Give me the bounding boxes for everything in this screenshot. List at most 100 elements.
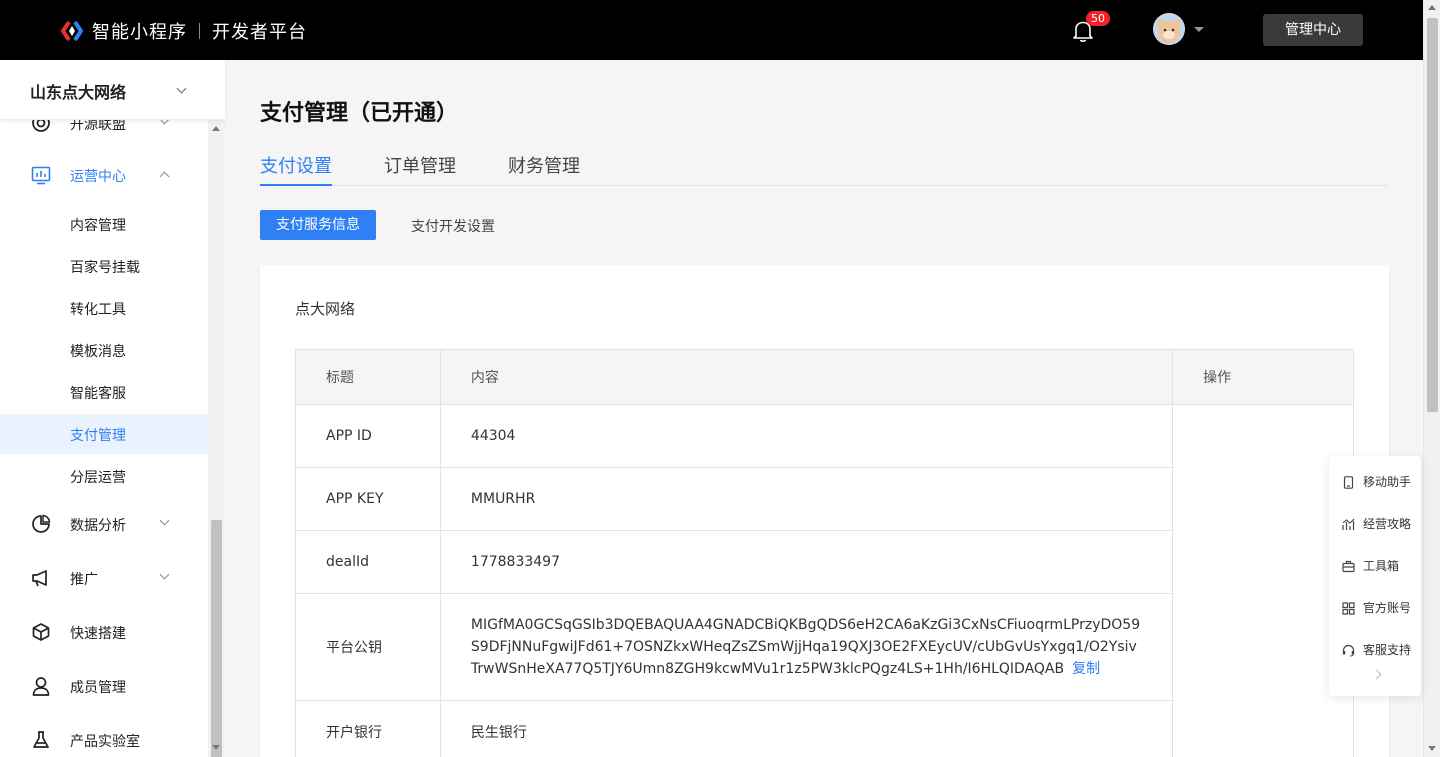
- sidebar-menu: 开源联盟 运营中心 内容管理 百家号挂载 转化工具 模板消息 智能客服 支付管理: [0, 60, 208, 757]
- logo[interactable]: 智能小程序 开发者平台: [60, 18, 307, 44]
- main-content: 支付管理（已开通） 支付设置 订单管理 财务管理 支付服务信息 支付开发设置 点…: [225, 60, 1423, 757]
- row-content: 民生银行: [439, 700, 1174, 757]
- helper-item-mobile[interactable]: 移动助手: [1329, 466, 1421, 496]
- chart-icon: [1342, 516, 1355, 530]
- chevron-down-icon: [159, 515, 170, 526]
- public-key-text: MIGfMA0GCSqGSIb3DQEBAQUAA4GNADCBiQKBgQDS…: [470, 617, 1141, 677]
- sidebar-item-label: 成员管理: [70, 680, 126, 696]
- chevron-up-icon: [159, 171, 170, 182]
- table-header-row: 标题 内容 操作: [295, 349, 1354, 405]
- row-title: APP ID: [295, 404, 441, 468]
- row-content: MMURHR: [439, 467, 1174, 531]
- pie-chart-icon: [31, 514, 51, 534]
- platform-name: 开发者平台: [212, 22, 307, 43]
- top-bar: 智能小程序 开发者平台 50 管理中心: [0, 0, 1423, 60]
- helper-item-label: 经营攻略: [1363, 517, 1412, 531]
- org-selector[interactable]: 山东点大网络: [0, 60, 225, 120]
- row-content: 44304: [439, 404, 1174, 468]
- notification-badge: 50: [1086, 11, 1110, 26]
- sidebar-subitem-content[interactable]: 内容管理: [0, 204, 208, 244]
- sidebar-item-label: 产品实验室: [70, 734, 140, 750]
- sidebar: 开源联盟 运营中心 内容管理 百家号挂载 转化工具 模板消息 智能客服 支付管理: [0, 60, 225, 757]
- chevron-down-icon: [176, 83, 187, 94]
- sidebar-item-label: 快速搭建: [70, 626, 126, 642]
- helper-item-toolbox[interactable]: 工具箱: [1329, 550, 1421, 580]
- copy-link[interactable]: 复制: [1072, 661, 1100, 677]
- helper-item-strategy[interactable]: 经营攻略: [1329, 508, 1421, 538]
- sidebar-item-promotion[interactable]: 推广: [0, 554, 208, 602]
- row-title: dealId: [295, 530, 441, 594]
- megaphone-icon: [31, 568, 51, 588]
- chevron-right-icon[interactable]: [1371, 669, 1382, 680]
- sidebar-subitem-template-msg[interactable]: 模板消息: [0, 330, 208, 370]
- payment-info-table: 标题 内容 操作 APP ID 44304 APP KEY MMURHR dea…: [295, 349, 1354, 757]
- column-header-title: 标题: [295, 349, 441, 405]
- org-name: 山东点大网络: [30, 83, 127, 102]
- tab-payment-settings[interactable]: 支付设置: [260, 152, 332, 186]
- sidebar-subitem-label: 智能客服: [70, 386, 126, 402]
- sidebar-subitem-label: 百家号挂载: [70, 260, 140, 276]
- sidebar-subitem-baijiahao[interactable]: 百家号挂载: [0, 246, 208, 286]
- toolbox-icon: [1342, 558, 1355, 573]
- scroll-down-icon[interactable]: [1428, 746, 1436, 751]
- helper-item-support[interactable]: 客服支持: [1329, 634, 1421, 664]
- column-header-action: 操作: [1172, 349, 1354, 405]
- row-title: APP KEY: [295, 467, 441, 531]
- row-action-cell: [1172, 404, 1354, 757]
- sidebar-subitem-label: 分层运营: [70, 470, 126, 486]
- sidebar-subitem-payment[interactable]: 支付管理: [0, 414, 208, 454]
- sidebar-subitem-customer-service[interactable]: 智能客服: [0, 372, 208, 412]
- sidebar-subitem-label: 模板消息: [70, 344, 126, 360]
- sidebar-item-operations[interactable]: 运营中心: [0, 151, 208, 199]
- logo-icon: [60, 19, 84, 43]
- sidebar-item-label: 运营中心: [70, 169, 126, 185]
- sidebar-item-analytics[interactable]: 数据分析: [0, 500, 208, 548]
- subtab-payment-service-info[interactable]: 支付服务信息: [260, 210, 376, 240]
- helper-item-label: 移动助手: [1363, 475, 1412, 489]
- flask-icon: [31, 730, 51, 750]
- column-header-content: 内容: [439, 349, 1174, 405]
- sidebar-subitem-conversion[interactable]: 转化工具: [0, 288, 208, 328]
- payment-info-card: 点大网络 标题 内容 操作 APP ID 44304 APP KEY MMURH…: [260, 265, 1389, 757]
- scroll-up-icon[interactable]: [1428, 5, 1436, 10]
- subtab-payment-dev-settings[interactable]: 支付开发设置: [411, 216, 495, 236]
- helper-item-label: 官方账号: [1363, 601, 1412, 615]
- page-scrollbar[interactable]: [1423, 0, 1440, 757]
- row-title: 平台公钥: [295, 593, 441, 701]
- scroll-up-icon[interactable]: [212, 126, 220, 131]
- monitor-chart-icon: [31, 165, 51, 185]
- sidebar-item-label: 推广: [70, 572, 98, 588]
- headset-icon: [1342, 642, 1355, 657]
- tab-finance-management[interactable]: 财务管理: [508, 152, 580, 186]
- grid-icon: [1342, 600, 1355, 615]
- logo-divider: [199, 23, 200, 39]
- page-title: 支付管理（已开通）: [260, 101, 459, 126]
- row-title: 开户银行: [295, 700, 441, 757]
- scroll-down-icon[interactable]: [212, 745, 220, 750]
- sidebar-subitem-label: 内容管理: [70, 218, 126, 234]
- sidebar-item-members[interactable]: 成员管理: [0, 662, 208, 710]
- helper-item-official-account[interactable]: 官方账号: [1329, 592, 1421, 622]
- card-title: 点大网络: [295, 300, 356, 318]
- sidebar-item-label: 数据分析: [70, 518, 126, 534]
- cube-icon: [31, 622, 51, 642]
- app-name: 智能小程序: [92, 22, 187, 43]
- row-content: 1778833497: [439, 530, 1174, 594]
- user-icon: [31, 676, 51, 696]
- scroll-thumb[interactable]: [211, 520, 222, 757]
- avatar-caret-icon[interactable]: [1194, 27, 1204, 32]
- row-content-public-key: MIGfMA0GCSqGSIb3DQEBAQUAA4GNADCBiQKBgQDS…: [439, 593, 1174, 701]
- tab-bar: 支付设置 订单管理 财务管理: [260, 152, 1388, 186]
- helper-item-label: 工具箱: [1363, 559, 1400, 573]
- sidebar-subitem-layered-ops[interactable]: 分层运营: [0, 456, 208, 496]
- sidebar-subitem-label: 支付管理: [70, 428, 126, 444]
- sidebar-item-lab[interactable]: 产品实验室: [0, 716, 208, 757]
- sidebar-item-quick-build[interactable]: 快速搭建: [0, 608, 208, 656]
- mobile-icon: [1342, 474, 1355, 489]
- sidebar-subitem-label: 转化工具: [70, 302, 126, 318]
- avatar[interactable]: [1153, 13, 1185, 45]
- tab-order-management[interactable]: 订单管理: [384, 152, 456, 186]
- scroll-thumb[interactable]: [1427, 18, 1438, 412]
- admin-center-button[interactable]: 管理中心: [1263, 14, 1363, 46]
- sidebar-scrollbar[interactable]: [208, 120, 225, 757]
